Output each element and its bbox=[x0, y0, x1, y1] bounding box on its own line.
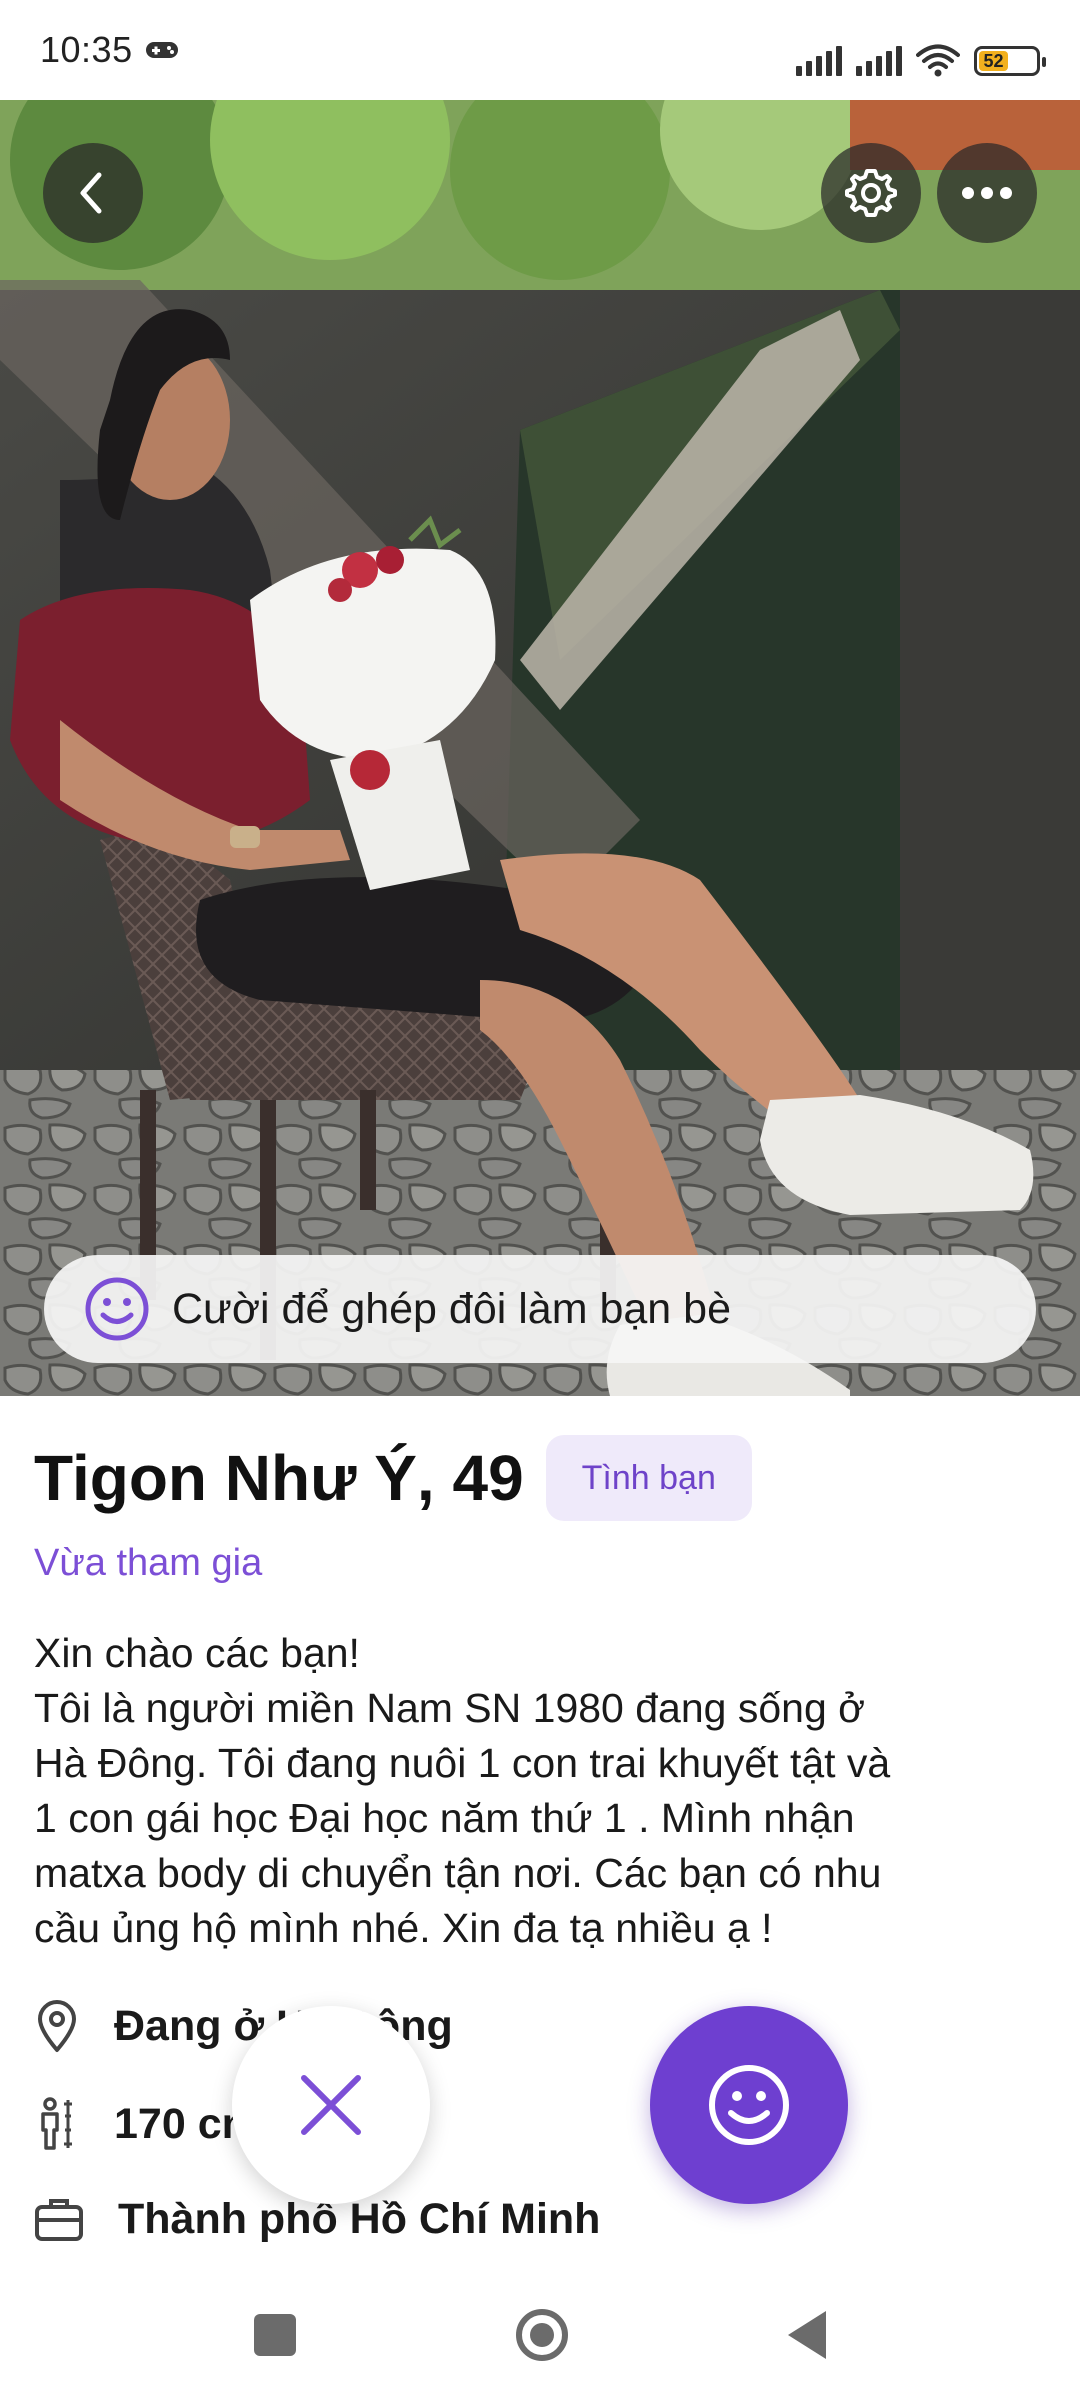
status-icons: 52 bbox=[796, 44, 1046, 78]
back-icon[interactable] bbox=[788, 2311, 826, 2359]
battery-level: 52 bbox=[979, 51, 1009, 71]
more-horizontal-icon bbox=[962, 187, 1012, 199]
job-text: Thành phố Hồ Chí Minh bbox=[118, 2194, 601, 2243]
status-time: 10:35 bbox=[40, 29, 133, 70]
relationship-tag: Tình bạn bbox=[545, 1435, 752, 1521]
bio-line: Hà Đông. Tôi đang nuôi 1 con trai khuyết… bbox=[34, 1740, 891, 1786]
bio-line: Tôi là người miền Nam SN 1980 đang sống … bbox=[34, 1685, 866, 1731]
signal-icon bbox=[796, 46, 842, 76]
bio-line: matxa body di chuyển tận nơi. Các bạn có… bbox=[34, 1850, 882, 1896]
profile-bio: Xin chào các bạn! Tôi là người miền Nam … bbox=[34, 1626, 1044, 1956]
location-pin-icon bbox=[38, 2000, 76, 2052]
home-icon[interactable] bbox=[516, 2309, 568, 2361]
profile-name-age: Tigon Như Ý, 49 bbox=[34, 1442, 524, 1514]
status-bar: 10:35 52 bbox=[0, 0, 1080, 100]
bio-line: 1 con gái học Đại học năm thứ 1 . Mình n… bbox=[34, 1795, 855, 1841]
bio-line: cầu ủng hộ mình nhé. Xin đa tạ nhiều ạ ! bbox=[34, 1905, 773, 1951]
briefcase-icon bbox=[35, 2199, 83, 2241]
profile-photo[interactable] bbox=[0, 100, 1080, 1396]
height-icon bbox=[41, 2097, 72, 2150]
bio-line: Xin chào các bạn! bbox=[34, 1630, 360, 1676]
chevron-left-icon bbox=[80, 172, 102, 214]
wifi-icon bbox=[916, 44, 960, 77]
close-icon bbox=[301, 2075, 361, 2135]
smile-icon bbox=[709, 2065, 789, 2145]
banner-text: Cười để ghép đôi làm bạn bè bbox=[172, 1284, 731, 1333]
system-nav-bar bbox=[0, 2270, 1080, 2400]
battery-icon: 52 bbox=[974, 46, 1046, 76]
more-button[interactable] bbox=[937, 143, 1037, 243]
smile-icon bbox=[85, 1277, 149, 1341]
signal-icon bbox=[856, 46, 902, 76]
recent-apps-icon[interactable] bbox=[254, 2314, 296, 2356]
gear-icon bbox=[845, 169, 897, 217]
dislike-button[interactable] bbox=[232, 2006, 430, 2204]
settings-button[interactable] bbox=[821, 143, 921, 243]
gamepad-icon bbox=[145, 42, 178, 58]
profile-header: Tigon Như Ý, 49 Tình bạn bbox=[34, 1435, 752, 1521]
smile-like-button[interactable] bbox=[650, 2006, 848, 2204]
joined-status: Vừa tham gia bbox=[34, 1542, 263, 1584]
back-button[interactable] bbox=[43, 143, 143, 243]
info-height: 170 cm bbox=[34, 2096, 260, 2152]
photo-image bbox=[0, 100, 1080, 1396]
smile-to-match-banner[interactable]: Cười để ghép đôi làm bạn bè bbox=[44, 1255, 1036, 1363]
